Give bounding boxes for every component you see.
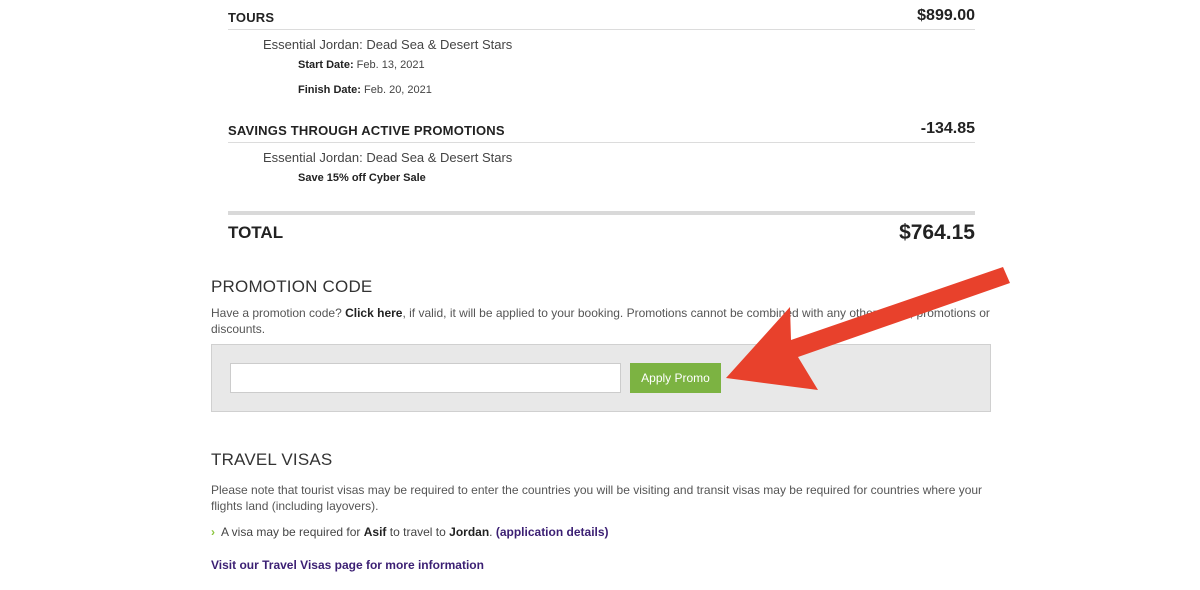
promo-description-text: Save 15% off Cyber Sale xyxy=(298,172,426,184)
order-summary: TOURS $899.00 Essential Jordan: Dead Sea… xyxy=(228,0,975,251)
promotion-text-before: Have a promotion code? xyxy=(211,306,346,320)
start-date: Start Date: Feb. 13, 2021 xyxy=(298,59,975,71)
total-label: TOTAL xyxy=(228,223,284,242)
visa-item-prefix: A visa may be required for xyxy=(221,525,361,539)
promo-code-input[interactable] xyxy=(230,363,621,393)
tour-name: Essential Jordan: Dead Sea & Desert Star… xyxy=(263,37,513,52)
tours-row: TOURS $899.00 xyxy=(228,0,975,30)
red-arrow-annotation xyxy=(726,267,1010,390)
finish-date-value: Feb. 20, 2021 xyxy=(360,84,432,96)
tours-label: TOURS xyxy=(228,10,275,25)
tours-amount: $899.00 xyxy=(917,7,975,24)
visa-item-mid: to travel to xyxy=(389,525,446,539)
visa-item-dot: . xyxy=(489,525,493,539)
savings-row: SAVINGS THROUGH ACTIVE PROMOTIONS -134.8… xyxy=(228,113,975,143)
travel-visas-link-row: Visit our Travel Visas page for more inf… xyxy=(211,556,991,574)
total-amount: $764.15 xyxy=(899,221,975,244)
visas-note: Please note that tourist visas may be re… xyxy=(211,483,983,513)
savings-tour-name: Essential Jordan: Dead Sea & Desert Star… xyxy=(263,150,513,165)
visa-requirement-item: › A visa may be required for Asif to tra… xyxy=(211,525,991,539)
savings-label: SAVINGS THROUGH ACTIVE PROMOTIONS xyxy=(228,123,505,138)
visas-section: TRAVEL VISAS Please note that tourist vi… xyxy=(211,450,991,574)
click-here-link[interactable]: Click here xyxy=(345,306,402,320)
chevron-right-icon: › xyxy=(211,525,215,539)
savings-amount: -134.85 xyxy=(920,120,975,137)
traveler-name: Asif xyxy=(363,525,387,539)
application-details-link[interactable]: (application details) xyxy=(496,525,609,539)
travel-visas-page-link[interactable]: Visit our Travel Visas page for more inf… xyxy=(211,558,484,572)
promo-description: Save 15% off Cyber Sale xyxy=(298,172,975,184)
total-row: TOTAL $764.15 xyxy=(228,211,975,251)
finish-date-label: Finish Date: xyxy=(298,84,361,96)
start-date-value: Feb. 13, 2021 xyxy=(353,59,425,71)
destination-country: Jordan xyxy=(449,525,490,539)
visas-title: TRAVEL VISAS xyxy=(211,450,333,469)
start-date-label: Start Date: xyxy=(298,59,354,71)
finish-date: Finish Date: Feb. 20, 2021 xyxy=(298,84,975,96)
arrow-icon xyxy=(726,267,1010,390)
